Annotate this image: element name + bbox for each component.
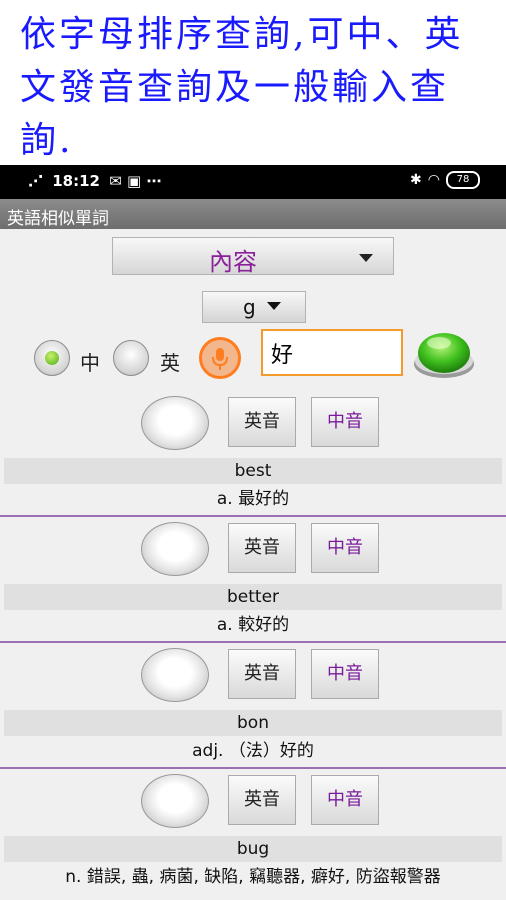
play-round-button[interactable] [141, 522, 209, 576]
play-round-button[interactable] [141, 396, 209, 450]
microphone-button[interactable] [199, 337, 241, 379]
english-audio-button[interactable]: 英音 [228, 397, 296, 447]
category-dropdown[interactable]: 內容 [112, 237, 394, 276]
status-left: ⋰ 18:12 ✉ ▣ ⋯ [28, 172, 165, 190]
search-input[interactable] [261, 329, 403, 376]
app-title: 英語相似單詞 [7, 209, 109, 229]
list-item: 英音 中音 best a. 最好的 [0, 391, 506, 517]
microphone-icon [212, 348, 228, 370]
status-time: 18:12 [52, 172, 100, 190]
promo-banner: 依字母排序查詢,可中、英文發音查詢及一般輸入查詢. [0, 0, 506, 165]
promo-text: 依字母排序查詢,可中、英文發音查詢及一般輸入查詢. [20, 14, 464, 161]
chinese-audio-button[interactable]: 中音 [311, 523, 379, 573]
search-go-button[interactable] [412, 330, 476, 380]
letter-dropdown[interactable]: g [202, 291, 306, 323]
radio-english-label: 英 [160, 351, 180, 375]
chevron-down-icon [267, 302, 281, 310]
green-button-icon [414, 333, 474, 378]
letter-dropdown-label: g [243, 295, 256, 319]
english-audio-button[interactable]: 英音 [228, 523, 296, 573]
play-round-button[interactable] [141, 648, 209, 702]
radio-english[interactable] [113, 340, 149, 376]
word-text: best [4, 458, 502, 484]
definition-text: a. 最好的 [216, 489, 290, 509]
chinese-audio-button[interactable]: 中音 [311, 649, 379, 699]
english-audio-button[interactable]: 英音 [228, 649, 296, 699]
chinese-audio-button[interactable]: 中音 [311, 775, 379, 825]
list-item: 英音 中音 better a. 較好的 [0, 517, 506, 643]
radio-selected-dot [45, 351, 59, 365]
status-bar: ⋰ 18:12 ✉ ▣ ⋯ ✱ ◠ 78 [0, 165, 506, 199]
word-text: better [4, 584, 502, 610]
radio-chinese[interactable] [34, 340, 70, 376]
radio-chinese-label: 中 [80, 351, 100, 375]
definition-text: adj. （法）好的 [192, 741, 314, 761]
chevron-down-icon [359, 254, 373, 262]
notification-icon: ✉ ▣ ⋯ [109, 172, 162, 190]
chinese-audio-button[interactable]: 中音 [311, 397, 379, 447]
status-right: ✱ ◠ 78 [410, 171, 480, 189]
play-round-button[interactable] [141, 774, 209, 828]
definition-text: a. 較好的 [216, 615, 290, 635]
word-text: bug [4, 836, 502, 862]
definition-text: n. 錯誤, 蟲, 病菌, 缺陷, 竊聽器, 癖好, 防盜報警器 [65, 867, 441, 887]
main-content: 內容 g 中 英 好 英音 中音 best a. 最好的 英音 中音 bette… [0, 229, 506, 900]
word-list: 英音 中音 best a. 最好的 英音 中音 better a. 較好的 英音… [0, 391, 506, 895]
app-title-bar: 英語相似單詞 [0, 199, 506, 229]
battery-icon: 78 [446, 171, 480, 189]
bluetooth-icon: ✱ [410, 172, 422, 188]
signal-icon: ⋰ [28, 172, 43, 190]
category-dropdown-label: 內容 [209, 248, 257, 276]
english-audio-button[interactable]: 英音 [228, 775, 296, 825]
wifi-icon: ◠ [427, 172, 440, 188]
list-item: 英音 中音 bug n. 錯誤, 蟲, 病菌, 缺陷, 竊聽器, 癖好, 防盜報… [0, 769, 506, 895]
word-text: bon [4, 710, 502, 736]
list-item: 英音 中音 bon adj. （法）好的 [0, 643, 506, 769]
